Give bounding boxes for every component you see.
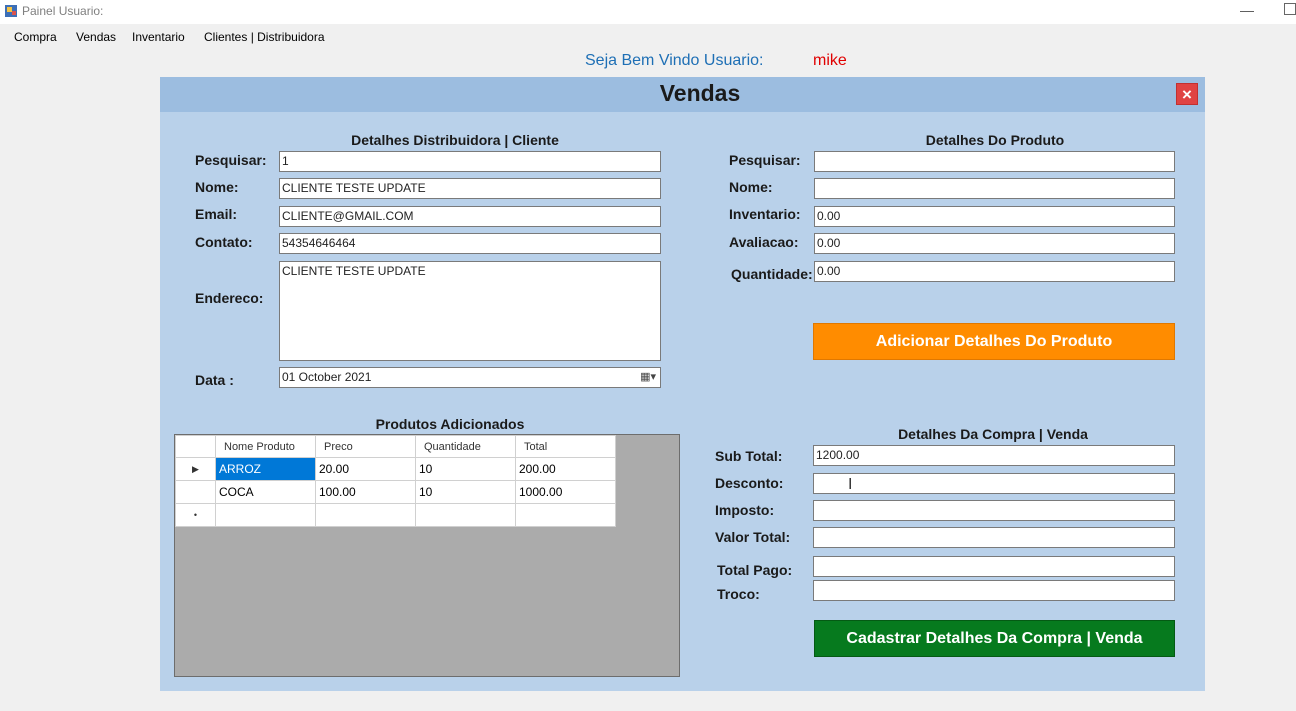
table-cell[interactable]: COCA [215,480,316,504]
new-table-row[interactable]: • [175,503,616,527]
panel-title: Vendas [659,80,741,106]
customer-section-title: Detalhes Distribuidora | Cliente [351,132,559,148]
save-sale-details-button[interactable]: Cadastrar Detalhes Da Compra | Venda [814,620,1175,657]
product-rating-label: Avaliacao: [729,234,799,250]
total-value-input[interactable] [813,527,1175,548]
table-cell[interactable]: 1000.00 [515,480,616,504]
customer-contact-label: Contato: [195,234,253,250]
customer-name-input[interactable]: CLIENTE TESTE UPDATE [279,178,661,199]
change-label: Troco: [717,586,760,602]
table-row[interactable]: COCA 100.00 10 1000.00 [175,480,616,504]
customer-email-label: Email: [195,206,238,222]
date-picker[interactable]: 01 October 2021 ▦▾ [279,367,661,388]
customer-email-input[interactable]: CLIENTE@GMAIL.COM [279,206,661,227]
menu-bar [0,26,1296,48]
discount-label: Desconto: [715,475,784,491]
customer-address-label: Endereco: [195,290,264,306]
subtotal-label: Sub Total: [715,448,783,464]
add-product-details-button[interactable]: Adicionar Detalhes Do Produto [813,323,1175,360]
table-cell[interactable]: 20.00 [315,457,416,481]
table-cell[interactable] [215,503,316,527]
table-header-row: Nome Produto Preco Quantidade Total [175,435,616,458]
table-cell[interactable] [515,503,616,527]
column-header-nome-produto[interactable]: Nome Produto [215,435,316,458]
added-products-table: Nome Produto Preco Quantidade Total ▶ AR… [175,435,616,527]
customer-address-textarea[interactable]: CLIENTE TESTE UPDATE [279,261,661,361]
table-row[interactable]: ▶ ARROZ 20.00 10 200.00 [175,457,616,481]
table-cell[interactable]: 10 [415,457,516,481]
close-button[interactable]: × [1176,83,1198,105]
product-name-input[interactable] [814,178,1175,199]
current-row-marker-icon: ▶ [175,457,216,481]
column-header-quantidade[interactable]: Quantidade [415,435,516,458]
discount-input[interactable] [813,473,1175,494]
table-cell[interactable] [315,503,416,527]
customer-search-input[interactable]: 1 [279,151,661,172]
total-paid-input[interactable] [813,556,1175,577]
table-cell[interactable]: 100.00 [315,480,416,504]
product-name-label: Nome: [729,179,773,195]
table-cell[interactable] [415,503,516,527]
welcome-label: Seja Bem Vindo Usuario: [585,52,764,69]
menu-vendas[interactable]: Vendas [76,30,116,44]
new-row-marker-icon: • [175,503,216,527]
minimize-icon[interactable]: — [1240,2,1254,18]
menu-clientes-distribuidora[interactable]: Clientes | Distribuidora [204,30,325,44]
welcome-username: mike [813,52,847,69]
product-quantity-label: Quantidade: [731,266,813,282]
product-inventory-label: Inventario: [729,206,801,222]
product-rating-input[interactable]: 0.00 [814,233,1175,254]
added-products-title: Produtos Adicionados [375,416,525,432]
column-header-preco[interactable]: Preco [315,435,416,458]
product-search-input[interactable] [814,151,1175,172]
product-section-title: Detalhes Do Produto [925,132,1065,148]
change-input[interactable] [813,580,1175,601]
customer-contact-input[interactable]: 54354646464 [279,233,661,254]
calendar-dropdown-icon[interactable]: ▦▾ [640,370,656,385]
menu-compra[interactable]: Compra [14,30,57,44]
date-picker-value: 01 October 2021 [282,370,372,384]
product-inventory-input[interactable]: 0.00 [814,206,1175,227]
date-label: Data : [195,372,234,388]
subtotal-input[interactable]: 1200.00 [813,445,1175,466]
total-value-label: Valor Total: [715,529,791,545]
product-quantity-input[interactable]: 0.00 [814,261,1175,282]
product-search-label: Pesquisar: [729,152,801,168]
menu-inventario[interactable]: Inventario [132,30,185,44]
customer-search-label: Pesquisar: [195,152,267,168]
tax-input[interactable] [813,500,1175,521]
title-bar [0,0,1296,24]
text-cursor-icon: I [848,476,853,493]
tax-label: Imposto: [715,502,775,518]
row-header-corner [175,435,216,458]
table-cell[interactable]: 10 [415,480,516,504]
window-title: Painel Usuario: [22,4,104,18]
column-header-total[interactable]: Total [515,435,616,458]
maximize-icon[interactable] [1284,3,1296,15]
sale-section-title: Detalhes Da Compra | Venda [898,426,1088,442]
app-icon [5,5,17,17]
table-cell[interactable]: ARROZ [215,457,316,481]
customer-name-label: Nome: [195,179,239,195]
total-paid-label: Total Pago: [717,562,793,578]
added-products-grid[interactable]: Nome Produto Preco Quantidade Total ▶ AR… [174,434,680,677]
row-header [175,480,216,504]
table-cell[interactable]: 200.00 [515,457,616,481]
